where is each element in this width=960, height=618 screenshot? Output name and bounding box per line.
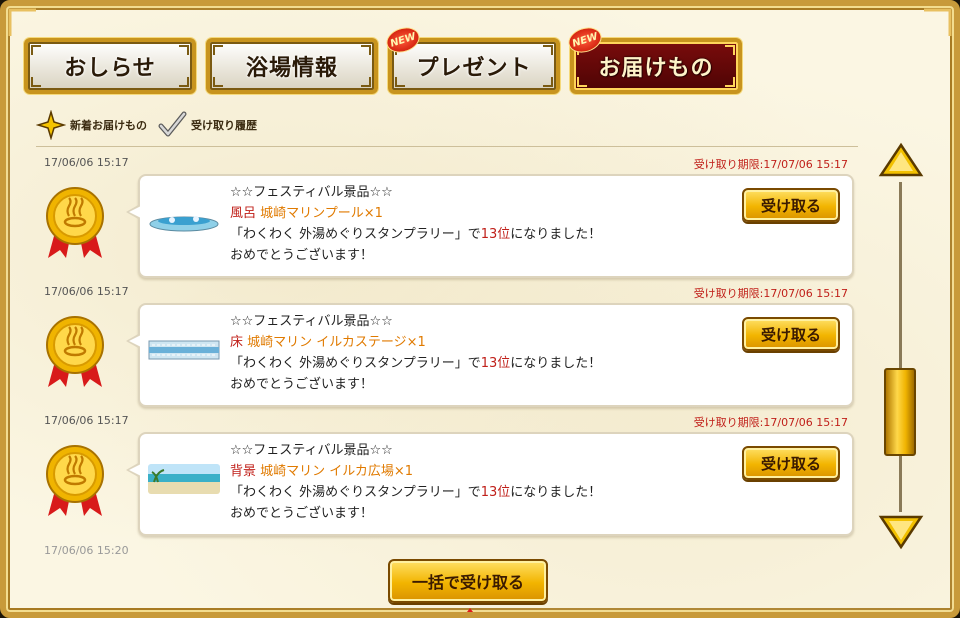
item-expiry: 受け取り期限:17/07/06 15:17 (693, 416, 848, 429)
item-category: 背景 (230, 464, 257, 479)
next-item-date: 17/06/06 15:20 (44, 544, 129, 557)
receive-all-button-label: 一括で受け取る (411, 573, 524, 592)
receive-button-label: 受け取る (760, 454, 821, 473)
item-name: 城崎マリン イルカ広場×1 (260, 464, 414, 479)
item-category: 風呂 (230, 206, 257, 221)
legend-new: 新着お届けもの (36, 110, 147, 140)
tab-bath-info[interactable]: 浴場情報 (206, 38, 378, 94)
item-message-line2: おめでとうございます！ (230, 506, 374, 521)
checkmark-icon (158, 111, 187, 137)
scrollbar-track[interactable] (899, 182, 902, 512)
tab-notices-label: おしらせ (64, 56, 156, 81)
item-message-prefix: 「わくわく 外湯めぐりスタンプラリー」で (230, 485, 481, 500)
item-title: ☆☆フェスティバル景品☆☆ (230, 443, 393, 458)
tab-bar: おしらせ 浴場情報 NEW プレゼント NEW お届けもの (24, 23, 742, 94)
legend: 新着お届けもの 受け取り履歴 (36, 110, 257, 140)
item-message-line2: おめでとうございます！ (230, 248, 374, 263)
sparkle-star-icon (36, 110, 66, 140)
item-card: ☆☆フェスティバル景品☆☆ 風呂 城崎マリンプール×1 「わくわく 外湯めぐりス… (126, 174, 854, 278)
item-rank: 13位 (480, 485, 511, 500)
item-rank: 13位 (480, 227, 511, 242)
tab-notices[interactable]: おしらせ (24, 38, 196, 94)
item-expiry: 受け取り期限:17/07/06 15:17 (693, 158, 848, 171)
gift-panel: おしらせ 浴場情報 NEW プレゼント NEW お届けもの 新着お届けもの 受け… (0, 0, 960, 618)
gold-medal-icon (46, 316, 104, 387)
scroll-down-arrow-icon[interactable] (878, 514, 924, 550)
item-expiry: 受け取り期限:17/07/06 15:17 (693, 287, 848, 300)
item-message-suffix: になりました！ (510, 485, 602, 500)
stage-thumbnail (148, 340, 220, 360)
item-message-suffix: になりました！ (510, 227, 602, 242)
receive-button-label: 受け取る (760, 196, 821, 215)
pool-thumbnail (149, 216, 219, 232)
item-title: ☆☆フェスティバル景品☆☆ (230, 185, 393, 200)
scroll-up-arrow-icon[interactable] (878, 142, 924, 178)
divider (36, 146, 858, 147)
item-title: ☆☆フェスティバル景品☆☆ (230, 314, 393, 329)
item-message-line2: おめでとうございます！ (230, 377, 374, 392)
tab-deliveries[interactable]: NEW お届けもの (565, 23, 742, 94)
legend-history-label: 受け取り履歴 (191, 119, 257, 132)
item-category: 床 (230, 335, 244, 350)
item-rank: 13位 (480, 356, 511, 371)
tab-bath-info-label: 浴場情報 (245, 56, 338, 81)
corner-ornament-icon (8, 8, 36, 36)
delivery-item: 17/06/06 15:17 受け取り期限:17/07/06 15:17 ☆☆フ… (36, 285, 858, 409)
delivery-item: 17/06/06 15:17 受け取り期限:17/07/06 15:17 ☆☆フ… (36, 156, 858, 280)
tab-present-label: プレゼント (416, 56, 532, 81)
gold-medal-icon (46, 187, 104, 258)
tab-deliveries-label: お届けもの (598, 56, 714, 81)
item-date: 17/06/06 15:17 (44, 285, 129, 298)
item-message-prefix: 「わくわく 外湯めぐりスタンプラリー」で (230, 356, 481, 371)
legend-history: 受け取り履歴 (157, 110, 257, 140)
item-date: 17/06/06 15:17 (44, 156, 129, 169)
beach-thumbnail (148, 464, 220, 494)
item-message-prefix: 「わくわく 外湯めぐりスタンプラリー」で (230, 227, 481, 242)
gold-medal-icon (46, 445, 104, 516)
item-card: ☆☆フェスティバル景品☆☆ 背景 城崎マリン イルカ広場×1 「わくわく 外湯め… (126, 432, 854, 536)
corner-ornament-icon (924, 8, 952, 36)
receive-button[interactable]: 受け取る (742, 188, 840, 222)
delivery-item: 17/06/06 15:17 受け取り期限:17/07/06 15:17 ☆☆フ… (36, 414, 858, 538)
scrollbar-thumb[interactable] (884, 368, 916, 456)
legend-new-label: 新着お届けもの (70, 119, 147, 132)
receive-button[interactable]: 受け取る (742, 446, 840, 480)
receive-all-button[interactable]: 一括で受け取る (388, 559, 548, 603)
receive-button-label: 受け取る (760, 325, 821, 344)
receive-button[interactable]: 受け取る (742, 317, 840, 351)
item-message-suffix: になりました！ (510, 356, 602, 371)
tab-present[interactable]: NEW プレゼント (383, 23, 560, 94)
item-card: ☆☆フェスティバル景品☆☆ 床 城崎マリン イルカステージ×1 「わくわく 外湯… (126, 303, 854, 407)
item-date: 17/06/06 15:17 (44, 414, 129, 427)
item-name: 城崎マリンプール×1 (260, 206, 383, 221)
item-name: 城崎マリン イルカステージ×1 (247, 335, 426, 350)
pointer-arrow-icon (458, 608, 482, 612)
